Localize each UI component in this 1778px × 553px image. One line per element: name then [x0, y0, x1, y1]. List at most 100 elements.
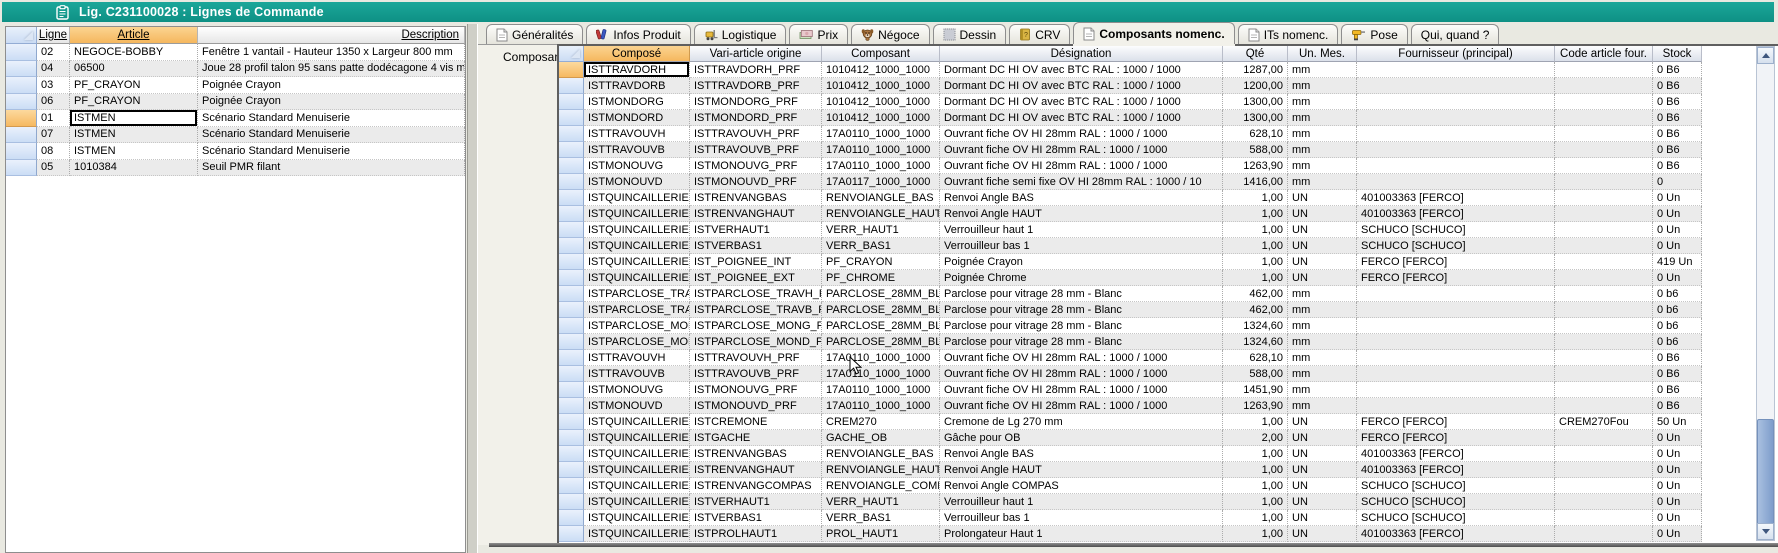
cell-ligne[interactable]: 04: [37, 61, 70, 78]
cell-compose[interactable]: ISTQUINCAILLERIE: [584, 510, 690, 526]
cell-fournisseur[interactable]: [1357, 94, 1555, 110]
cell-vari[interactable]: ISTTRAVOUVH_PRF: [690, 126, 822, 142]
cell-qte[interactable]: 1287,00: [1223, 62, 1288, 78]
components-column-header-8[interactable]: Stock: [1653, 46, 1702, 62]
cell-ligne[interactable]: 01: [37, 110, 70, 127]
cell-qte[interactable]: 1,00: [1223, 238, 1288, 254]
cell-code[interactable]: [1555, 302, 1653, 318]
cell-um[interactable]: UN: [1288, 526, 1357, 542]
cell-um[interactable]: UN: [1288, 510, 1357, 526]
cell-code[interactable]: [1555, 142, 1653, 158]
cell-fournisseur[interactable]: [1357, 158, 1555, 174]
cell-fournisseur[interactable]: SCHUCO [SCHUCO]: [1357, 238, 1555, 254]
row-selector[interactable]: [559, 462, 584, 478]
cell-composant[interactable]: 17A0110_1000_1000: [822, 366, 940, 382]
cell-description[interactable]: Poignée Crayon: [198, 94, 465, 111]
cell-article[interactable]: 1010384: [70, 160, 198, 177]
cell-designation[interactable]: Ouvrant fiche OV HI 28mm RAL : 1000 / 10…: [940, 126, 1223, 142]
tab-dessin[interactable]: Dessin: [933, 24, 1007, 44]
cell-vari[interactable]: ISTMONDORG_PRF: [690, 94, 822, 110]
cell-compose[interactable]: ISTQUINCAILLERIE: [584, 478, 690, 494]
cell-fournisseur[interactable]: 401003363 [FERCO]: [1357, 446, 1555, 462]
cell-composant[interactable]: VERR_BAS1: [822, 238, 940, 254]
cell-qte[interactable]: 1,00: [1223, 446, 1288, 462]
cell-vari[interactable]: ISTMONOUVD_PRF: [690, 174, 822, 190]
cell-stock[interactable]: 0 b6: [1653, 286, 1702, 302]
cell-um[interactable]: mm: [1288, 382, 1357, 398]
cell-fournisseur[interactable]: 401003363 [FERCO]: [1357, 462, 1555, 478]
cell-vari[interactable]: ISTVERBAS1: [690, 510, 822, 526]
cell-vari[interactable]: ISTTRAVOUVB_PRF: [690, 142, 822, 158]
cell-qte[interactable]: 588,00: [1223, 142, 1288, 158]
cell-fournisseur[interactable]: SCHUCO [SCHUCO]: [1357, 494, 1555, 510]
cell-fournisseur[interactable]: SCHUCO [SCHUCO]: [1357, 510, 1555, 526]
cell-qte[interactable]: 1300,00: [1223, 110, 1288, 126]
cell-compose[interactable]: ISTQUINCAILLERIE: [584, 462, 690, 478]
row-selector[interactable]: [559, 494, 584, 510]
cell-qte[interactable]: 462,00: [1223, 286, 1288, 302]
cell-article[interactable]: 06500: [70, 61, 198, 78]
cell-code[interactable]: [1555, 462, 1653, 478]
cell-code[interactable]: [1555, 222, 1653, 238]
row-selector[interactable]: [6, 127, 37, 144]
cell-compose[interactable]: ISTPARCLOSE_MONG: [584, 318, 690, 334]
cell-stock[interactable]: 0 Un: [1653, 462, 1702, 478]
row-selector[interactable]: [6, 77, 37, 94]
row-selector[interactable]: [6, 44, 37, 61]
cell-stock[interactable]: 0 Un: [1653, 430, 1702, 446]
cell-article[interactable]: NEGOCE-BOBBY: [70, 44, 198, 61]
cell-code[interactable]: [1555, 78, 1653, 94]
cell-stock[interactable]: 0 Un: [1653, 222, 1702, 238]
row-selector[interactable]: [559, 350, 584, 366]
row-selector[interactable]: [559, 334, 584, 350]
cell-fournisseur[interactable]: [1357, 110, 1555, 126]
tab-composants-nomenc[interactable]: Composants nomenc.: [1073, 22, 1234, 44]
cell-um[interactable]: UN: [1288, 254, 1357, 270]
cell-um[interactable]: UN: [1288, 478, 1357, 494]
cell-code[interactable]: [1555, 318, 1653, 334]
cell-fournisseur[interactable]: [1357, 78, 1555, 94]
cell-um[interactable]: UN: [1288, 446, 1357, 462]
cell-qte[interactable]: 628,10: [1223, 126, 1288, 142]
cell-composant[interactable]: CREM270: [822, 414, 940, 430]
cell-article[interactable]: ISTMEN: [70, 110, 198, 127]
cell-um[interactable]: UN: [1288, 206, 1357, 222]
cell-composant[interactable]: PF_CHROME: [822, 270, 940, 286]
cell-um[interactable]: mm: [1288, 334, 1357, 350]
cell-stock[interactable]: 0 B6: [1653, 62, 1702, 78]
cell-designation[interactable]: Ouvrant fiche OV HI 28mm RAL : 1000 / 10…: [940, 382, 1223, 398]
cell-composant[interactable]: VERR_BAS1: [822, 510, 940, 526]
cell-designation[interactable]: Dormant DC HI OV avec BTC RAL : 1000 / 1…: [940, 62, 1223, 78]
tab-infos-produit[interactable]: Infos Produit: [586, 24, 690, 44]
cell-article[interactable]: PF_CRAYON: [70, 94, 198, 111]
cell-article[interactable]: ISTMEN: [70, 143, 198, 160]
cell-qte[interactable]: 1416,00: [1223, 174, 1288, 190]
components-select-all-corner[interactable]: [559, 46, 584, 62]
cell-description[interactable]: Seuil PMR filant: [198, 160, 465, 177]
cell-composant[interactable]: VERR_HAUT1: [822, 222, 940, 238]
cell-stock[interactable]: 0 B6: [1653, 350, 1702, 366]
cell-qte[interactable]: 1,00: [1223, 270, 1288, 286]
cell-composant[interactable]: PARCLOSE_28MM_BLANC: [822, 318, 940, 334]
cell-vari[interactable]: ISTTRAVOUVB_PRF: [690, 366, 822, 382]
cell-compose[interactable]: ISTTRAVOUVB: [584, 142, 690, 158]
cell-um[interactable]: mm: [1288, 286, 1357, 302]
cell-vari[interactable]: ISTPARCLOSE_TRAVB_PRF: [690, 302, 822, 318]
cell-um[interactable]: UN: [1288, 222, 1357, 238]
cell-ligne[interactable]: 07: [37, 127, 70, 144]
column-header-article[interactable]: Article: [70, 27, 198, 44]
cell-code[interactable]: [1555, 190, 1653, 206]
cell-compose[interactable]: ISTMONOUVD: [584, 174, 690, 190]
cell-designation[interactable]: Dormant DC HI OV avec BTC RAL : 1000 / 1…: [940, 78, 1223, 94]
cell-um[interactable]: UN: [1288, 462, 1357, 478]
cell-composant[interactable]: 17A0110_1000_1000: [822, 398, 940, 414]
cell-um[interactable]: mm: [1288, 366, 1357, 382]
cell-qte[interactable]: 1,00: [1223, 478, 1288, 494]
row-selector[interactable]: [559, 446, 584, 462]
cell-um[interactable]: mm: [1288, 158, 1357, 174]
cell-ligne[interactable]: 06: [37, 94, 70, 111]
cell-stock[interactable]: 0 Un: [1653, 478, 1702, 494]
row-selector[interactable]: [559, 270, 584, 286]
cell-code[interactable]: [1555, 526, 1653, 542]
row-selector[interactable]: [559, 62, 584, 78]
